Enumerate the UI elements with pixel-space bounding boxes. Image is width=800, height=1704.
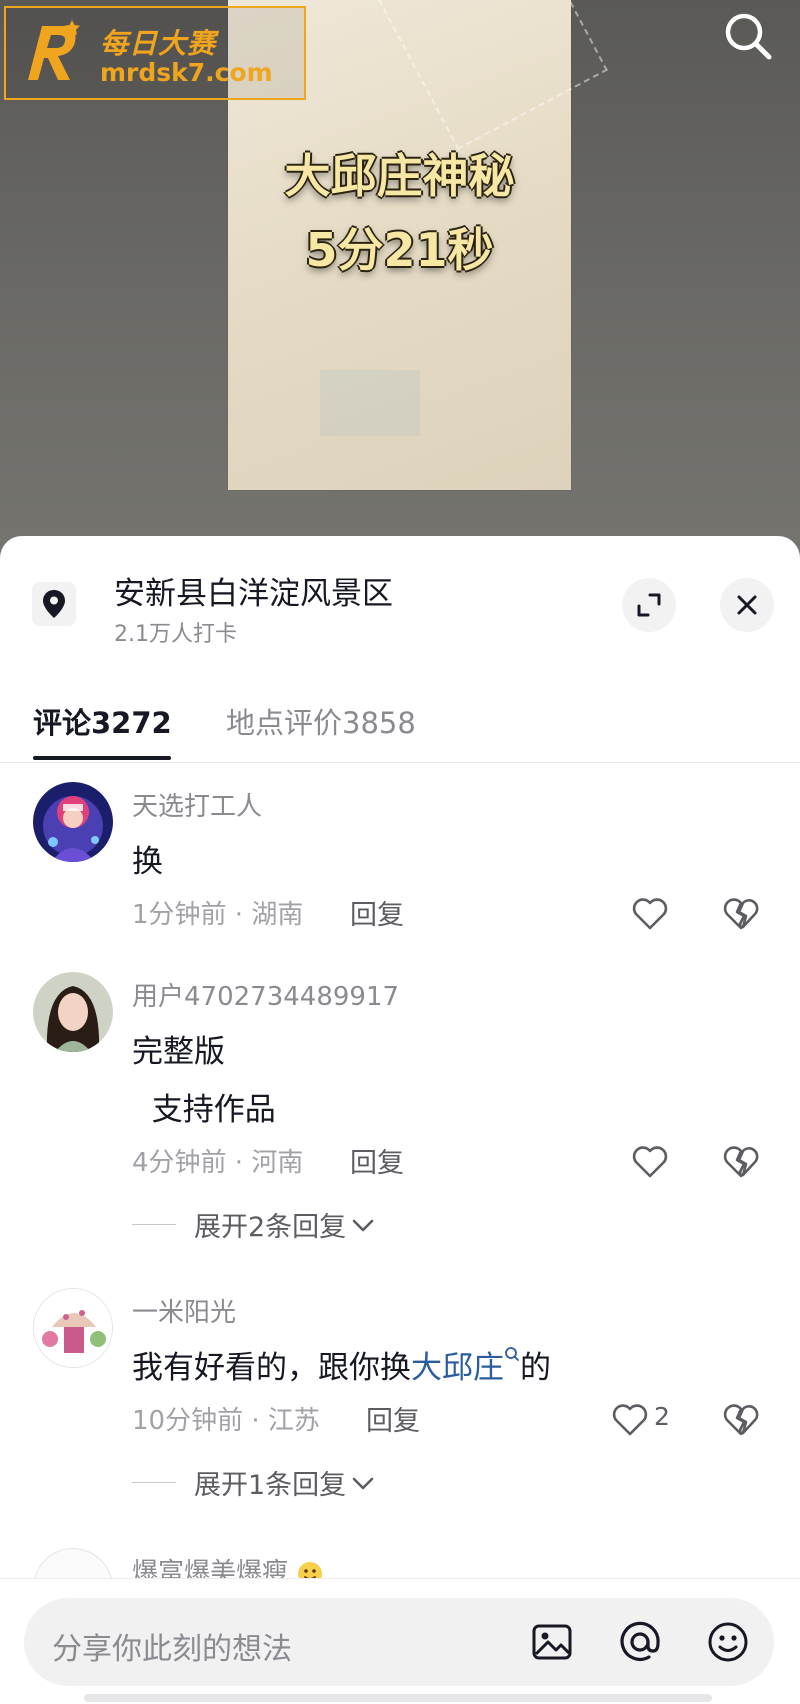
- paper-decoration: [378, 0, 608, 151]
- close-button[interactable]: [720, 578, 774, 632]
- broken-heart-icon[interactable]: [720, 894, 762, 934]
- expand-icon: [637, 593, 661, 617]
- tab-location-reviews[interactable]: 地点评价3858: [226, 700, 416, 742]
- comment-meta: 4分钟前 · 河南: [132, 1148, 304, 1178]
- comment-meta: 10分钟前 · 江苏: [132, 1406, 320, 1436]
- emoji-icon[interactable]: [704, 1618, 752, 1666]
- comment-sheet: 安新县白洋淀风景区 2.1万人打卡 评论3272 地点评价3858 天选打工人 …: [0, 536, 800, 1704]
- heart-icon[interactable]: [630, 894, 670, 934]
- expand-button[interactable]: [622, 578, 676, 632]
- comment-text: 换: [132, 844, 163, 880]
- location-name[interactable]: 安新县白洋淀风景区: [114, 568, 393, 613]
- search-icon[interactable]: [720, 8, 776, 64]
- location-pin-icon: [32, 582, 76, 626]
- video-title-line2: 5分21秒: [305, 223, 494, 277]
- comment-text-line2: 支持作品: [132, 1092, 276, 1128]
- watermark-url: mrdsk7.com: [100, 58, 273, 87]
- comment-input[interactable]: 分享你此刻的想法: [24, 1598, 774, 1686]
- watermark-text: 每日大赛: [100, 27, 217, 60]
- avatar[interactable]: [33, 1288, 113, 1368]
- comment-text: 我有好看的，跟你换大邱庄的: [132, 1342, 551, 1387]
- expand-replies-label: 展开1条回复: [194, 1470, 347, 1501]
- chevron-down-icon: [352, 1219, 374, 1231]
- hashtag-link[interactable]: 大邱庄: [411, 1350, 504, 1386]
- broken-heart-icon[interactable]: [720, 1142, 762, 1182]
- video-title-line1: 大邱庄神秘: [284, 149, 515, 203]
- search-icon: [505, 1347, 519, 1361]
- location-checkins: 2.1万人打卡: [114, 622, 237, 647]
- like-count: 2: [654, 1402, 670, 1431]
- home-indicator: [84, 1694, 712, 1702]
- comment-username[interactable]: 天选打工人: [132, 786, 262, 823]
- broken-heart-icon[interactable]: [720, 1400, 762, 1440]
- divider: [132, 1482, 176, 1483]
- comment-input-placeholder: 分享你此刻的想法: [52, 1632, 292, 1667]
- tab-comments[interactable]: 评论3272: [33, 700, 172, 742]
- avatar[interactable]: [33, 782, 113, 862]
- comment-username[interactable]: 用户4702734489917: [132, 976, 399, 1013]
- comment-username[interactable]: 一米阳光: [132, 1292, 236, 1329]
- watermark-logo-icon: [28, 20, 80, 80]
- video-player[interactable]: 大邱庄神秘 5分21秒 每日大赛 mrdsk7.com: [0, 0, 800, 560]
- reply-button[interactable]: 回复: [350, 1141, 404, 1180]
- divider: [0, 762, 800, 763]
- comment-meta: 1分钟前 · 湖南: [132, 900, 304, 930]
- avatar[interactable]: [33, 972, 113, 1052]
- active-tab-indicator: [33, 756, 171, 760]
- watermark: 每日大赛 mrdsk7.com: [4, 6, 306, 100]
- at-icon[interactable]: [616, 1618, 664, 1666]
- heart-icon[interactable]: [610, 1400, 650, 1440]
- close-icon: [737, 595, 757, 615]
- heart-icon[interactable]: [630, 1142, 670, 1182]
- reply-button[interactable]: 回复: [350, 893, 404, 932]
- paper-decoration: [320, 370, 420, 436]
- comment-text-part: 的: [520, 1350, 551, 1386]
- comment-text-part: 我有好看的，跟你换: [132, 1350, 411, 1386]
- expand-replies-label: 展开2条回复: [194, 1212, 347, 1243]
- chevron-down-icon: [352, 1477, 374, 1489]
- expand-replies-button[interactable]: 展开2条回复: [132, 1205, 376, 1244]
- expand-replies-button[interactable]: 展开1条回复: [132, 1463, 376, 1502]
- image-icon[interactable]: [528, 1618, 576, 1666]
- reply-button[interactable]: 回复: [366, 1399, 420, 1438]
- comment-text-line1: 完整版: [132, 1034, 225, 1070]
- divider: [132, 1224, 176, 1225]
